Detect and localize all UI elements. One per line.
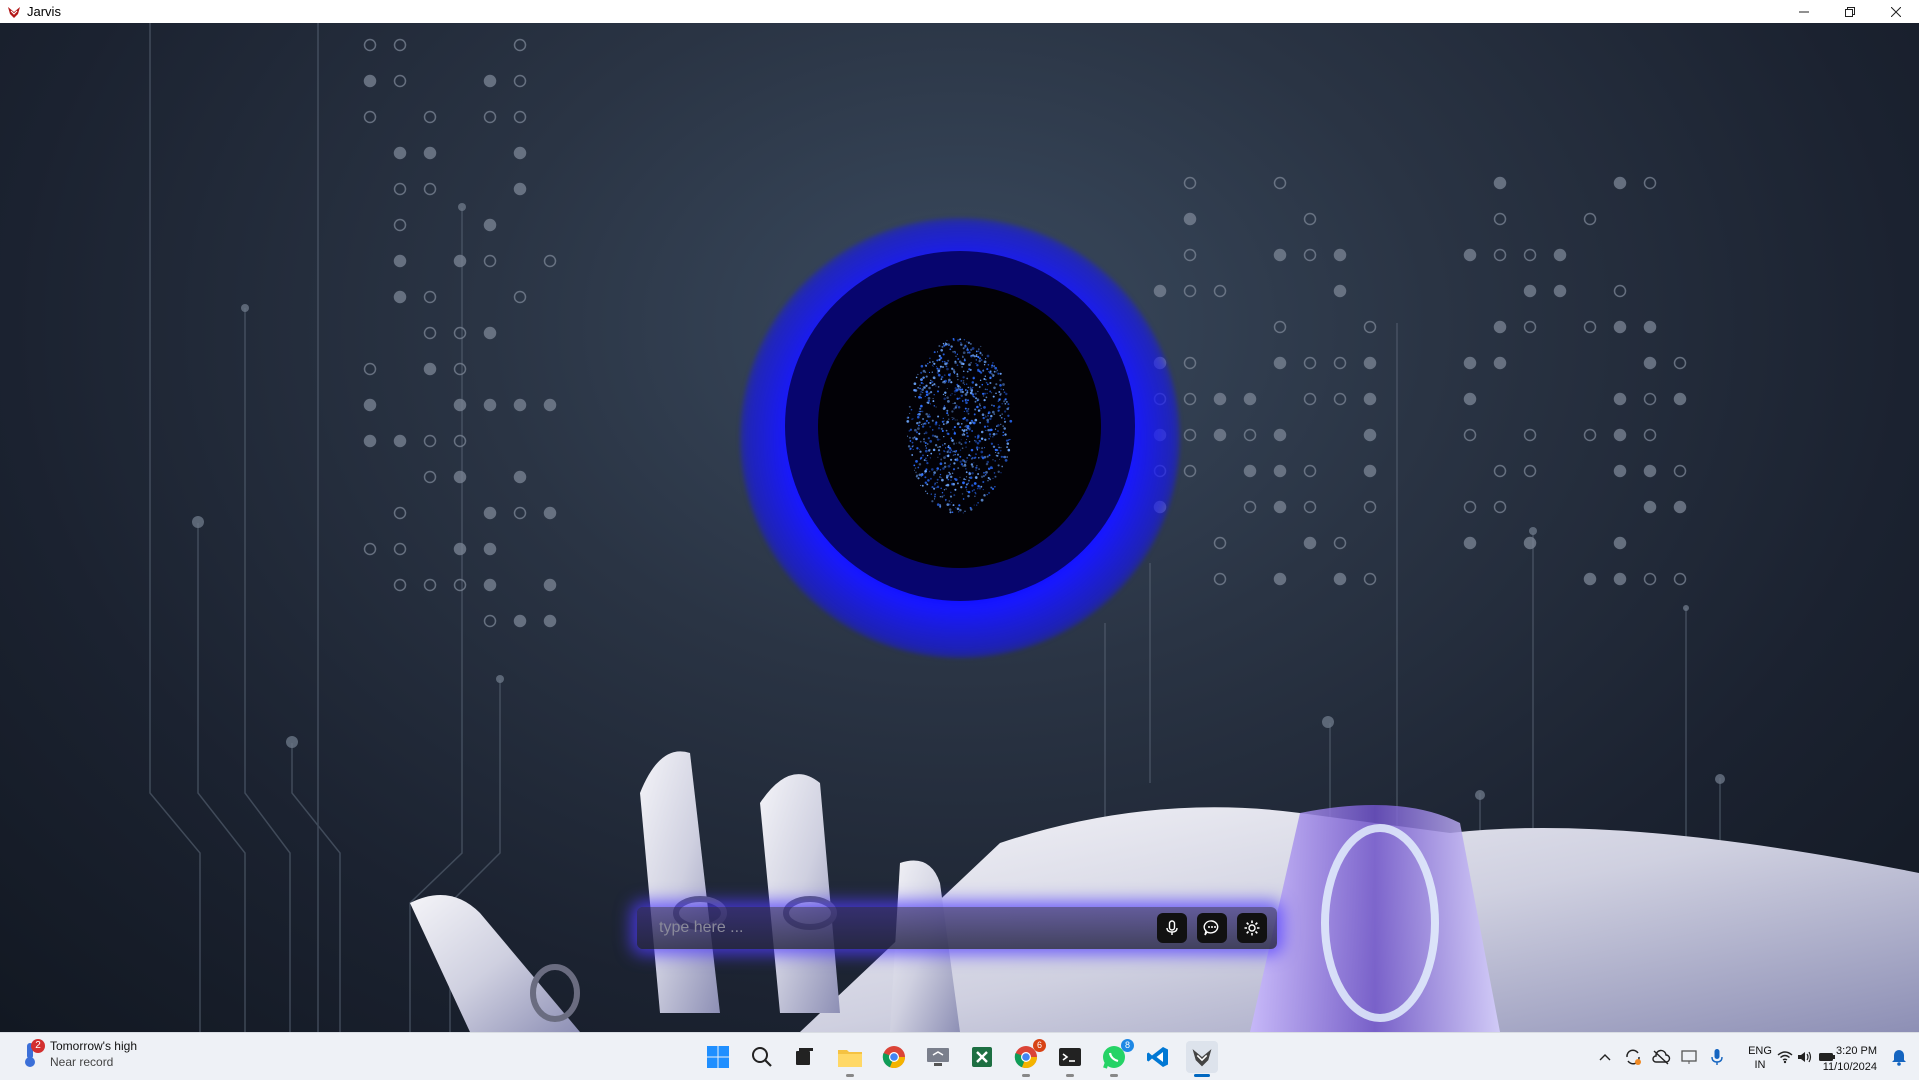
chrome-profile-badge: 6 xyxy=(1033,1039,1046,1052)
command-input-bar xyxy=(637,907,1277,949)
search-icon xyxy=(752,1047,772,1067)
sync-icon xyxy=(1626,1049,1641,1065)
monitor-icon xyxy=(927,1048,949,1066)
windows-taskbar: 2 Tomorrow's high Near record 6 8 ENG IN… xyxy=(0,1032,1919,1080)
excel-app[interactable] xyxy=(966,1041,998,1073)
robot-hand-illustration xyxy=(410,751,1919,1032)
window-title: Jarvis xyxy=(27,4,61,19)
title-bar: Jarvis xyxy=(0,0,1919,24)
weather-line1: Tomorrow's high xyxy=(50,1039,137,1053)
minimize-icon xyxy=(1799,11,1809,12)
show-hidden-icons-button[interactable] xyxy=(1595,1047,1615,1067)
jarvis-canvas xyxy=(0,23,1919,1032)
microphone-icon xyxy=(1711,1049,1723,1065)
mic-button[interactable] xyxy=(1157,913,1187,943)
terminal-app[interactable] xyxy=(1054,1041,1086,1077)
clock-date: 11/10/2024 xyxy=(1822,1061,1877,1073)
sync-tray-icon[interactable] xyxy=(1623,1047,1643,1067)
gear-icon xyxy=(1244,920,1260,936)
chat-button[interactable] xyxy=(1197,913,1227,943)
restore-icon xyxy=(1845,6,1855,17)
running-indicator xyxy=(1110,1074,1118,1077)
weather-line2: Near record xyxy=(50,1055,114,1069)
weather-alert-badge: 2 xyxy=(31,1039,45,1053)
jarvis-logo-icon xyxy=(8,6,20,18)
running-indicator xyxy=(1066,1074,1074,1077)
windows-logo-icon xyxy=(707,1046,729,1068)
wifi-icon xyxy=(1777,1051,1793,1064)
active-indicator xyxy=(1194,1074,1210,1077)
settings-button[interactable] xyxy=(1237,913,1267,943)
clock-time: 3:20 PM xyxy=(1836,1045,1877,1057)
notifications-button[interactable] xyxy=(1889,1047,1909,1067)
running-indicator xyxy=(1022,1074,1030,1077)
chrome-profile-app[interactable]: 6 xyxy=(1010,1039,1046,1077)
vscode-icon xyxy=(1147,1047,1168,1067)
microphone-icon xyxy=(1166,920,1178,935)
start-button[interactable] xyxy=(702,1041,734,1073)
language-code: ENG xyxy=(1748,1045,1772,1057)
onedrive-tray-icon[interactable] xyxy=(1651,1047,1671,1067)
clock-button[interactable]: 3:20 PM 11/10/2024 xyxy=(1807,1043,1877,1075)
wifi-tray-icon[interactable] xyxy=(1775,1047,1795,1067)
chat-bubble-icon xyxy=(1203,920,1219,936)
microphone-tray-icon[interactable] xyxy=(1707,1047,1727,1067)
folder-icon xyxy=(838,1050,862,1067)
jarvis-app[interactable] xyxy=(1186,1041,1218,1077)
chrome-icon xyxy=(882,1046,906,1069)
terminal-icon xyxy=(1059,1048,1081,1066)
jarvis-logo-icon xyxy=(1192,1049,1212,1067)
file-explorer-app[interactable] xyxy=(834,1041,866,1077)
whatsapp-app[interactable]: 8 xyxy=(1098,1039,1134,1077)
bell-icon xyxy=(1892,1050,1906,1066)
chevron-up-icon xyxy=(1599,1054,1611,1061)
restore-button[interactable] xyxy=(1827,0,1873,23)
remote-desktop-app[interactable] xyxy=(922,1041,954,1073)
network-drive-tray-icon[interactable] xyxy=(1679,1047,1699,1067)
task-view-icon xyxy=(796,1048,813,1065)
excel-icon xyxy=(972,1047,992,1067)
close-icon xyxy=(1891,6,1901,17)
vscode-app[interactable] xyxy=(1142,1041,1174,1073)
chrome-app[interactable] xyxy=(878,1041,910,1073)
command-input[interactable] xyxy=(637,910,1157,946)
weather-widget[interactable]: 2 Tomorrow's high Near record xyxy=(20,1039,137,1069)
task-view-button[interactable] xyxy=(788,1041,820,1073)
running-indicator xyxy=(846,1074,854,1077)
cloud-off-icon xyxy=(1652,1049,1671,1065)
whatsapp-badge: 8 xyxy=(1121,1039,1134,1052)
minimize-button[interactable] xyxy=(1781,0,1827,23)
monitor-icon xyxy=(1681,1050,1697,1064)
region-code: IN xyxy=(1754,1059,1766,1071)
input-language-indicator[interactable]: ENG IN xyxy=(1745,1044,1775,1072)
search-button[interactable] xyxy=(746,1041,778,1073)
close-button[interactable] xyxy=(1873,0,1919,23)
